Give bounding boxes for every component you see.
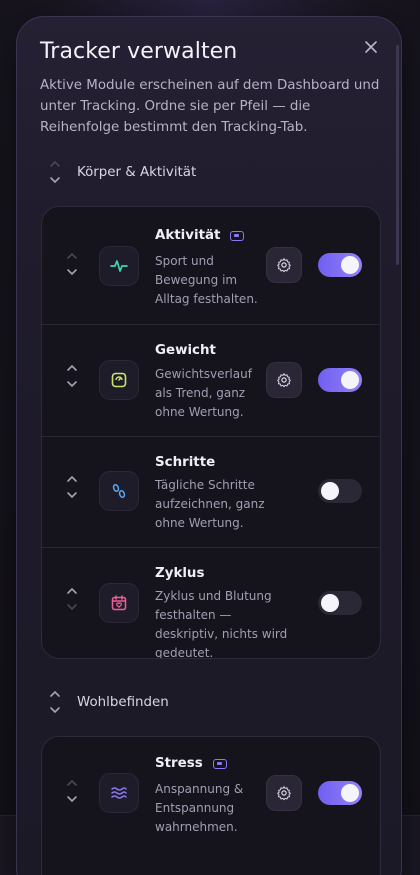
section-card-body-activity: Aktivität Sport und Bewegung im Alltag f… — [41, 206, 381, 659]
scale-icon — [111, 372, 127, 388]
footsteps-icon — [112, 483, 126, 499]
settings-button[interactable] — [266, 775, 302, 811]
tracker-row-aktivitaet: Aktivität Sport und Bewegung im Alltag f… — [42, 207, 380, 324]
close-button[interactable] — [361, 37, 381, 57]
tracker-management-sheet: Tracker verwalten Aktive Module erschein… — [16, 16, 402, 875]
dashboard-badge-icon — [230, 230, 245, 241]
tracker-row-gewicht: Gewicht Gewichtsverlauf als Trend, ganz … — [42, 324, 380, 436]
section-reorder-arrows — [45, 159, 65, 185]
tracker-toggle[interactable] — [318, 781, 362, 805]
tracker-description: Tägliche Schritte aufzeichnen, ganz ohne… — [155, 478, 265, 530]
tracker-name: Stress — [155, 756, 203, 771]
sheet-scrollbar[interactable] — [396, 45, 399, 265]
gear-icon — [277, 786, 291, 801]
chevron-up-icon[interactable] — [64, 474, 80, 484]
chevron-down-icon[interactable] — [47, 705, 63, 715]
chevron-up-icon[interactable] — [64, 363, 80, 373]
chevron-down-icon[interactable] — [64, 602, 80, 612]
chevron-down-icon[interactable] — [64, 379, 80, 389]
section-header-wellbeing: Wohlbefinden — [45, 689, 169, 715]
row-reorder-arrows — [62, 474, 82, 500]
settings-button[interactable] — [266, 362, 302, 398]
row-reorder-arrows — [62, 778, 82, 804]
tracker-row-zyklus: Zyklus Zyklus und Blutung festhalten — d… — [42, 547, 380, 659]
section-title: Wohlbefinden — [77, 694, 169, 710]
tracker-title: Gewicht — [155, 343, 216, 358]
chevron-down-icon[interactable] — [47, 175, 63, 185]
tracker-toggle[interactable] — [318, 479, 362, 503]
dialog-description: Aktive Module erscheinen auf dem Dashboa… — [40, 78, 380, 135]
calendar-heart-icon — [111, 595, 127, 611]
chevron-down-icon[interactable] — [64, 267, 80, 277]
section-header-body-activity: Körper & Aktivität — [45, 159, 196, 185]
tracker-name: Aktivität — [155, 228, 221, 243]
row-reorder-arrows — [62, 586, 82, 612]
tracker-title: Zyklus — [155, 566, 204, 581]
section-reorder-arrows — [45, 689, 65, 715]
section-card-wellbeing: Stress Anspannung & Entspannung wahrnehm… — [41, 736, 381, 875]
gear-icon — [277, 373, 291, 388]
toggle-knob — [341, 784, 359, 802]
gear-icon — [277, 258, 291, 273]
settings-button[interactable] — [266, 247, 302, 283]
tracker-icon-box — [99, 583, 139, 623]
row-reorder-arrows — [62, 363, 82, 389]
chevron-down-icon[interactable] — [64, 490, 80, 500]
toggle-knob — [341, 256, 359, 274]
section-title: Körper & Aktivität — [77, 164, 197, 180]
activity-pulse-icon — [110, 260, 128, 272]
tracker-name: Zyklus — [155, 566, 205, 581]
chevron-up-icon[interactable] — [64, 251, 80, 261]
tracker-row-schritte: Schritte Tägliche Schritte aufzeichnen, … — [42, 436, 380, 547]
tracker-row-stress: Stress Anspannung & Entspannung wahrnehm… — [42, 737, 380, 854]
tracker-toggle[interactable] — [318, 253, 362, 277]
row-reorder-arrows — [62, 251, 82, 277]
toggle-knob — [321, 594, 339, 612]
tracker-description: Gewichtsverlauf als Trend, ganz ohne Wer… — [155, 367, 252, 419]
tracker-icon-box — [99, 773, 139, 813]
toggle-knob — [321, 482, 339, 500]
tracker-description: Anspannung & Entspannung wahrnehmen. — [155, 782, 244, 834]
close-icon — [365, 41, 377, 53]
chevron-up-icon[interactable] — [64, 586, 80, 596]
toggle-knob — [341, 371, 359, 389]
chevron-down-icon[interactable] — [64, 794, 80, 804]
tracker-title: Aktivität — [155, 228, 245, 243]
tracker-title: Stress — [155, 756, 227, 771]
tracker-toggle[interactable] — [318, 591, 362, 615]
chevron-up-icon[interactable] — [64, 778, 80, 788]
tracker-description: Zyklus und Blutung festhalten — deskript… — [155, 589, 288, 659]
chevron-up-icon[interactable] — [47, 689, 63, 699]
tracker-icon-box — [99, 360, 139, 400]
waves-icon — [111, 787, 127, 799]
dialog-title: Tracker verwalten — [40, 39, 238, 64]
dashboard-badge-icon — [212, 758, 227, 769]
tracker-icon-box — [99, 471, 139, 511]
tracker-name: Gewicht — [155, 343, 216, 358]
tracker-title: Schritte — [155, 455, 215, 470]
tracker-description: Sport und Bewegung im Alltag festhalten. — [155, 254, 258, 306]
tracker-name: Schritte — [155, 455, 216, 470]
tracker-icon-box — [99, 246, 139, 286]
chevron-up-icon[interactable] — [47, 159, 63, 169]
tracker-toggle[interactable] — [318, 368, 362, 392]
